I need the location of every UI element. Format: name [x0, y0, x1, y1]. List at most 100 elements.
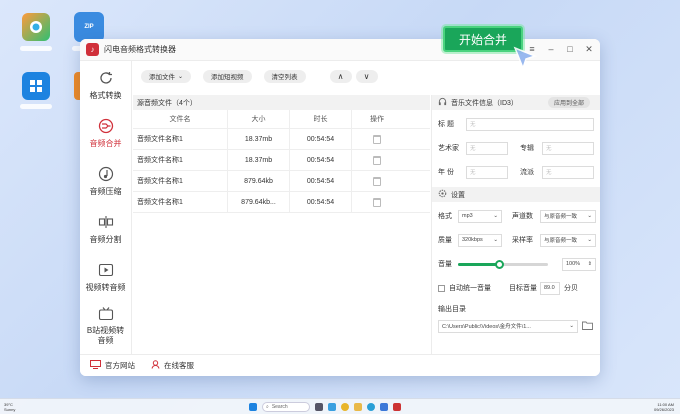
genre-label: 流派: [520, 169, 534, 176]
desktop-app-icon-1[interactable]: [22, 13, 50, 41]
file-duration: 00:54:54: [290, 192, 352, 212]
sidebar-item-audio-split[interactable]: 音频分割: [80, 205, 131, 253]
sidebar-item-video-to-audio[interactable]: 视频转音频: [80, 253, 131, 301]
move-down-button[interactable]: ∨: [355, 69, 378, 83]
trash-icon[interactable]: [373, 155, 381, 165]
clear-list-button[interactable]: 清空列表: [263, 69, 306, 83]
chevron-down-icon[interactable]: ⌄: [178, 73, 183, 80]
main-area: 添加文件 ⌄ 添加短视频 清空列表 ∧ ∨ 源音频文件（4个） 文件名 大小 时…: [133, 61, 600, 354]
app-logo-icon: ♪: [86, 43, 99, 56]
file-size: 18.37mb: [228, 129, 290, 149]
file-list-header: 源音频文件（4个）: [133, 95, 430, 110]
column-size: 大小: [228, 110, 290, 128]
table-row[interactable]: 音频文件名称1 18.37mb 00:54:54: [133, 129, 430, 150]
file-explorer-icon[interactable]: [354, 402, 362, 411]
file-size: 18.37mb: [228, 150, 290, 170]
bilibili-tv-icon: [97, 305, 115, 323]
widgets-icon[interactable]: [328, 402, 336, 411]
gear-icon: [438, 189, 447, 200]
volume-slider-handle[interactable]: [494, 259, 504, 269]
chrome-icon[interactable]: [341, 402, 349, 411]
trash-icon[interactable]: [373, 134, 381, 144]
store-icon[interactable]: [22, 72, 50, 100]
task-view-icon[interactable]: [315, 402, 323, 411]
folder-icon[interactable]: [582, 321, 593, 332]
table-row[interactable]: 音频文件名称1 879.64kb 00:54:54: [133, 171, 430, 192]
target-unit: 分贝: [564, 285, 578, 292]
file-duration: 00:54:54: [290, 171, 352, 191]
store-taskbar-icon[interactable]: [380, 402, 388, 411]
edge-icon[interactable]: [367, 402, 375, 411]
normalize-checkbox[interactable]: [438, 284, 445, 292]
volume-label: 音量: [438, 261, 452, 268]
table-row[interactable]: 音频文件名称1 18.37mb 00:54:54: [133, 150, 430, 171]
search-input[interactable]: ⌕ Search: [262, 401, 310, 412]
sidebar-item-format-convert[interactable]: 格式转换: [80, 61, 131, 109]
volume-row: 音量 100% ⇕: [432, 252, 600, 276]
add-clip-button[interactable]: 添加短视频: [203, 69, 252, 83]
search-icon: ⌕: [266, 403, 269, 410]
title-field[interactable]: 无: [466, 117, 594, 131]
add-file-button[interactable]: 添加文件 ⌄: [141, 69, 192, 83]
artist-field[interactable]: 无: [466, 141, 508, 155]
volume-stepper[interactable]: 100% ⇕: [562, 257, 596, 271]
weather-desc: Sunny: [4, 406, 16, 412]
trash-icon[interactable]: [373, 176, 381, 186]
output-label-row: 输出目录: [432, 300, 600, 318]
output-path-select[interactable]: C:\Users\Public\Videos\金舟文件\1... ⌄: [438, 319, 578, 333]
sidebar-item-audio-compress[interactable]: 音频压缩: [80, 157, 131, 205]
quality-select[interactable]: 320kbps ⌄: [458, 233, 502, 247]
volume-slider-fill: [458, 262, 499, 266]
volume-slider[interactable]: [458, 259, 548, 269]
desktop-app-label-3: [20, 104, 52, 109]
album-label: 专辑: [520, 145, 534, 152]
user-support-icon: [151, 360, 160, 371]
trash-icon[interactable]: [373, 197, 381, 207]
minimize-icon[interactable]: –: [546, 44, 556, 55]
album-field[interactable]: 无: [542, 141, 594, 155]
channel-select[interactable]: 与原音频一致 ⌄: [540, 209, 596, 223]
table-row[interactable]: 音频文件名称1 879.64kb... 00:54:54: [133, 192, 430, 213]
file-name: 音频文件名称1: [133, 129, 228, 149]
support-link[interactable]: 在线客服: [151, 360, 194, 371]
sidebar-item-bilibili-to-audio[interactable]: B站视频转音频: [80, 301, 131, 349]
search-label: Search: [271, 403, 288, 410]
move-up-button[interactable]: ∧: [329, 69, 352, 83]
weather-widget[interactable]: 39°C Sunny: [4, 402, 15, 412]
music-note-icon: [97, 165, 115, 183]
id3-header: 音乐文件信息（ID3） 应用到全部: [432, 95, 600, 110]
start-merge-button[interactable]: 开始合并: [443, 26, 523, 52]
output-path: C:\Users\Public\Videos\金舟文件\1...: [442, 324, 531, 330]
clock[interactable]: 11:00 AM 09/26/2023: [654, 402, 674, 412]
genre-field[interactable]: 无: [542, 165, 594, 179]
zip-archive-icon[interactable]: ZIP: [74, 12, 104, 42]
actions-cell: [352, 192, 402, 212]
format-select[interactable]: mp3 ⌄: [458, 209, 502, 223]
artist-album-row: 艺术家 无 专辑 无: [432, 136, 600, 160]
start-icon[interactable]: [249, 402, 257, 411]
sidebar-item-label: 音频压缩: [89, 187, 122, 196]
video-play-icon: [97, 261, 115, 279]
channel-value: 与原音频一致: [544, 214, 578, 220]
app-taskbar-icon[interactable]: [393, 402, 401, 411]
website-link[interactable]: 官方网站: [90, 360, 135, 371]
chevron-down-icon: ⌄: [587, 237, 592, 243]
apply-all-button[interactable]: 应用到全部: [547, 97, 590, 108]
monitor-icon: [90, 360, 101, 371]
stepper-arrows-icon: ⇕: [587, 261, 592, 267]
file-size: 879.64kb: [228, 171, 290, 191]
close-icon[interactable]: ✕: [584, 44, 594, 55]
format-label: 格式: [438, 213, 452, 220]
file-name: 音频文件名称1: [133, 192, 228, 212]
target-volume-field[interactable]: 89.0: [540, 281, 560, 295]
sidebar-item-audio-merge[interactable]: 音频合并: [80, 109, 131, 157]
artist-label: 艺术家: [438, 145, 459, 152]
taskbar: 39°C Sunny ⌕ Search 11:00 AM 09/26/2023: [0, 398, 680, 414]
file-name: 音频文件名称1: [133, 150, 228, 170]
year-field[interactable]: 无: [466, 165, 508, 179]
maximize-icon[interactable]: □: [565, 44, 575, 55]
add-clip-label: 添加短视频: [211, 74, 244, 81]
samplerate-select[interactable]: 与原音频一致 ⌄: [540, 233, 596, 247]
volume-value: 100%: [566, 261, 581, 267]
title-row: 标 题 无: [432, 112, 600, 136]
